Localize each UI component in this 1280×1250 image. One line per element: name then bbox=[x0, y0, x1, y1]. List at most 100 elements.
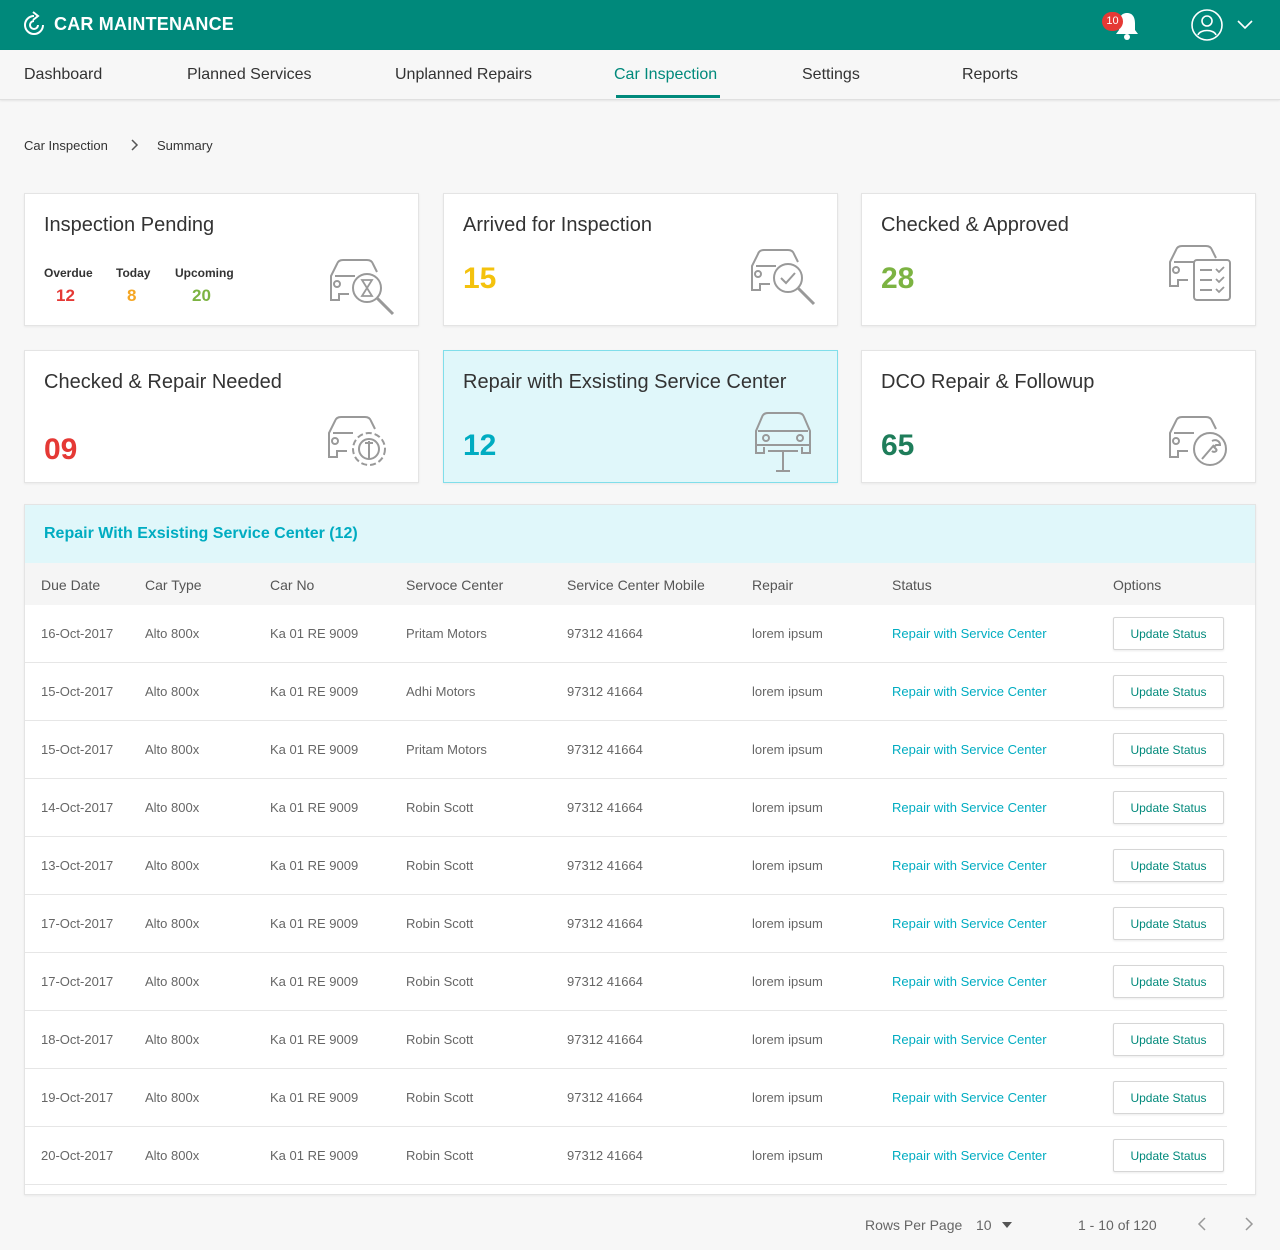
update-status-button[interactable]: Update Status bbox=[1113, 791, 1224, 824]
repair-table-panel: Repair With Exsisting Service Center (12… bbox=[24, 504, 1256, 1195]
cell-service-center-mobile: 97312 41664 bbox=[567, 858, 643, 873]
update-status-button[interactable]: Update Status bbox=[1113, 849, 1224, 882]
card-inspection-pending[interactable]: Inspection Pending Overdue 12 Today 8 Up… bbox=[24, 193, 419, 326]
breadcrumb-car-inspection[interactable]: Car Inspection bbox=[24, 138, 108, 153]
cell-due-date: 18-Oct-2017 bbox=[41, 1032, 114, 1047]
column-header-repair[interactable]: Repair bbox=[752, 577, 793, 593]
caret-down-icon[interactable] bbox=[1002, 1222, 1012, 1228]
cell-due-date: 20-Oct-2017 bbox=[41, 1148, 114, 1163]
cell-car-type: Alto 800x bbox=[145, 684, 200, 699]
chevron-left-icon[interactable] bbox=[1197, 1216, 1207, 1232]
app-title: CAR MAINTENANCE bbox=[54, 14, 234, 34]
cell-status[interactable]: Repair with Service Center bbox=[892, 684, 1047, 699]
card-value: 28 bbox=[881, 262, 915, 295]
cell-car-no: Ka 01 RE 9009 bbox=[270, 684, 359, 699]
user-avatar-icon[interactable] bbox=[1190, 8, 1224, 42]
chevron-down-icon[interactable] bbox=[1236, 18, 1254, 30]
cell-car-no: Ka 01 RE 9009 bbox=[270, 974, 359, 989]
car-wrench-icon bbox=[1169, 416, 1227, 466]
nav-dashboard[interactable]: Dashboard bbox=[24, 66, 102, 84]
card-dco-repair-followup[interactable]: DCO Repair & Followup 65 bbox=[861, 350, 1256, 483]
pagination-range: 1 - 10 of 120 bbox=[1078, 1217, 1157, 1233]
cell-status[interactable]: Repair with Service Center bbox=[892, 916, 1047, 931]
cell-repair: lorem ipsum bbox=[752, 858, 823, 873]
cell-repair: lorem ipsum bbox=[752, 684, 823, 699]
today-label: Today bbox=[116, 266, 151, 280]
cell-repair: lorem ipsum bbox=[752, 1032, 823, 1047]
column-header-due-date[interactable]: Due Date bbox=[41, 577, 100, 593]
nav-settings[interactable]: Settings bbox=[802, 66, 860, 84]
app-logo-icon bbox=[24, 11, 44, 35]
cell-repair: lorem ipsum bbox=[752, 974, 823, 989]
cell-status[interactable]: Repair with Service Center bbox=[892, 1032, 1047, 1047]
column-header-options: Options bbox=[1113, 577, 1162, 593]
cell-service-center-mobile: 97312 41664 bbox=[567, 1090, 643, 1105]
cell-car-type: Alto 800x bbox=[145, 1032, 200, 1047]
table-row: 17-Oct-2017 Alto 800x Ka 01 RE 9009 Robin S… bbox=[25, 953, 1227, 1011]
breadcrumb-summary: Summary bbox=[157, 138, 213, 153]
cell-status[interactable]: Repair with Service Center bbox=[892, 858, 1047, 873]
nav-planned-services[interactable]: Planned Services bbox=[187, 66, 312, 84]
card-arrived-for-inspection[interactable]: Arrived for Inspection 15 bbox=[443, 193, 838, 326]
update-status-button[interactable]: Update Status bbox=[1113, 617, 1224, 650]
car-gear-wrench-icon bbox=[328, 416, 386, 466]
cell-due-date: 13-Oct-2017 bbox=[41, 858, 114, 873]
overdue-value: 12 bbox=[56, 286, 75, 305]
nav-reports[interactable]: Reports bbox=[962, 66, 1018, 84]
table-row: 17-Oct-2017 Alto 800x Ka 01 RE 9009 Robin S… bbox=[25, 895, 1227, 953]
cell-service-center: Robin Scott bbox=[406, 1032, 474, 1047]
active-tab-indicator bbox=[616, 95, 720, 98]
table-row: 15-Oct-2017 Alto 800x Ka 01 RE 9009 Pritam … bbox=[25, 721, 1227, 779]
card-value: 09 bbox=[44, 433, 78, 466]
car-lift-icon bbox=[755, 412, 811, 472]
chevron-right-icon[interactable] bbox=[1244, 1216, 1254, 1232]
cell-repair: lorem ipsum bbox=[752, 916, 823, 931]
column-header-service-center-mobile[interactable]: Service Center Mobile bbox=[567, 577, 705, 593]
card-repair-existing-service-center[interactable]: Repair with Exsisting Service Center 12 bbox=[443, 350, 838, 483]
update-status-button[interactable]: Update Status bbox=[1113, 675, 1224, 708]
cell-service-center: Robin Scott bbox=[406, 1148, 474, 1163]
overdue-label: Overdue bbox=[44, 266, 93, 280]
cell-status[interactable]: Repair with Service Center bbox=[892, 1090, 1047, 1105]
column-header-car-no[interactable]: Car No bbox=[270, 577, 314, 593]
cell-status[interactable]: Repair with Service Center bbox=[892, 1148, 1047, 1163]
cell-service-center: Robin Scott bbox=[406, 800, 474, 815]
update-status-button[interactable]: Update Status bbox=[1113, 1023, 1224, 1056]
update-status-button[interactable]: Update Status bbox=[1113, 907, 1224, 940]
cell-car-no: Ka 01 RE 9009 bbox=[270, 858, 359, 873]
update-status-button[interactable]: Update Status bbox=[1113, 1081, 1224, 1114]
today-value: 8 bbox=[127, 286, 137, 305]
card-title: Arrived for Inspection bbox=[463, 214, 652, 236]
nav-car-inspection[interactable]: Car Inspection bbox=[614, 66, 717, 84]
card-title: Repair with Exsisting Service Center bbox=[463, 371, 787, 393]
cell-repair: lorem ipsum bbox=[752, 800, 823, 815]
cell-status[interactable]: Repair with Service Center bbox=[892, 626, 1047, 641]
nav-unplanned-repairs[interactable]: Unplanned Repairs bbox=[395, 66, 532, 84]
column-header-status[interactable]: Status bbox=[892, 577, 932, 593]
cell-car-type: Alto 800x bbox=[145, 1148, 200, 1163]
update-status-button[interactable]: Update Status bbox=[1113, 1139, 1224, 1172]
cell-status[interactable]: Repair with Service Center bbox=[892, 974, 1047, 989]
cell-status[interactable]: Repair with Service Center bbox=[892, 742, 1047, 757]
column-header-service-center[interactable]: Servoce Center bbox=[406, 577, 503, 593]
column-header-car-type[interactable]: Car Type bbox=[145, 577, 202, 593]
card-title: DCO Repair & Followup bbox=[881, 371, 1095, 393]
update-status-button[interactable]: Update Status bbox=[1113, 965, 1224, 998]
cell-status[interactable]: Repair with Service Center bbox=[892, 800, 1047, 815]
cell-service-center: Pritam Motors bbox=[406, 742, 487, 757]
card-value: 15 bbox=[463, 262, 497, 295]
rows-per-page-label: Rows Per Page bbox=[865, 1217, 963, 1233]
main-navigation: Dashboard Planned Services Unplanned Rep… bbox=[0, 50, 1280, 100]
cell-service-center-mobile: 97312 41664 bbox=[567, 974, 643, 989]
cell-service-center: Robin Scott bbox=[406, 916, 474, 931]
car-checklist-icon bbox=[1169, 245, 1231, 301]
card-checked-repair-needed[interactable]: Checked & Repair Needed 09 bbox=[24, 350, 419, 483]
card-checked-approved[interactable]: Checked & Approved 28 bbox=[861, 193, 1256, 326]
upcoming-label: Upcoming bbox=[175, 266, 234, 280]
cell-service-center-mobile: 97312 41664 bbox=[567, 684, 643, 699]
cell-due-date: 15-Oct-2017 bbox=[41, 684, 114, 699]
update-status-button[interactable]: Update Status bbox=[1113, 733, 1224, 766]
cell-service-center-mobile: 97312 41664 bbox=[567, 800, 643, 815]
cell-repair: lorem ipsum bbox=[752, 626, 823, 641]
rows-per-page-select[interactable]: 10 bbox=[976, 1217, 992, 1233]
